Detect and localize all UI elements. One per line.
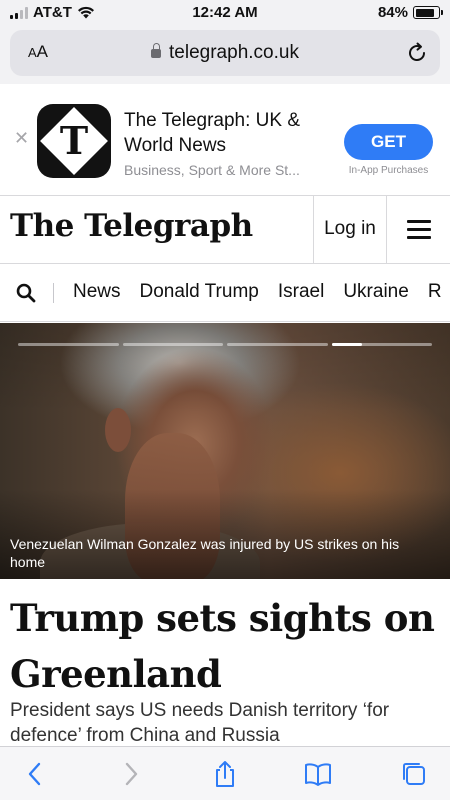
nav-item-ukraine[interactable]: Ukraine <box>343 281 408 303</box>
url-text: telegraph.co.uk <box>169 42 299 63</box>
app-title: The Telegraph: UK & World News <box>124 110 301 156</box>
browser-toolbar <box>0 746 450 800</box>
nav-item-israel[interactable]: Israel <box>278 281 324 303</box>
nav-divider <box>53 283 54 303</box>
tabs-icon[interactable] <box>400 760 428 788</box>
nav-item-donald-trump[interactable]: Donald Trump <box>140 281 259 303</box>
reload-icon[interactable] <box>406 42 428 64</box>
hero-caption: Venezuelan Wilman Gonzalez was injured b… <box>10 536 400 570</box>
article-headline[interactable]: Trump sets sights on Greenland <box>10 590 440 702</box>
app-icon-letter: T <box>59 118 89 163</box>
slide-indicator-active <box>331 343 432 346</box>
app-icon[interactable]: T <box>37 104 111 178</box>
login-button[interactable]: Log in <box>313 196 387 263</box>
nav-item-news[interactable]: News <box>73 281 121 303</box>
slide-indicator <box>122 343 223 346</box>
section-nav: News Donald Trump Israel Ukraine R <box>0 264 450 322</box>
battery-icon <box>413 6 443 19</box>
close-icon[interactable]: ✕ <box>14 128 29 149</box>
status-right: 84% <box>377 4 443 21</box>
in-app-purchases-label: In-App Purchases <box>348 165 429 176</box>
address-bar[interactable]: AA telegraph.co.uk <box>10 30 440 76</box>
lock-icon <box>151 43 162 58</box>
slide-progress <box>18 343 432 346</box>
slide-indicator <box>18 343 119 346</box>
book-icon[interactable] <box>304 760 332 788</box>
url-display[interactable]: telegraph.co.uk <box>10 42 440 64</box>
status-bar: AT&T 12:42 AM 84% <box>0 0 450 26</box>
nav-item-more[interactable]: R <box>428 281 442 303</box>
chevron-right-icon[interactable] <box>117 760 145 788</box>
site-logo[interactable]: The Telegraph <box>10 208 253 244</box>
app-banner: ✕ T The Telegraph: UK & World News Busin… <box>0 84 450 196</box>
article-standfirst[interactable]: President says US needs Danish territory… <box>10 698 440 748</box>
nav-items: News Donald Trump Israel Ukraine R <box>73 281 442 303</box>
slide-indicator <box>227 343 328 346</box>
battery-percent: 84% <box>377 4 408 21</box>
chevron-left-icon[interactable] <box>21 760 49 788</box>
app-subtitle: Business, Sport & More St... <box>124 162 300 178</box>
safari-address-area: AA telegraph.co.uk <box>0 26 450 84</box>
site-header: The Telegraph Log in <box>0 196 450 264</box>
share-icon[interactable] <box>211 760 239 788</box>
get-button[interactable]: GET <box>344 124 433 160</box>
search-icon[interactable] <box>16 283 36 303</box>
hero-image[interactable]: Venezuelan Wilman Gonzalez was injured b… <box>0 323 450 579</box>
menu-icon[interactable] <box>388 196 450 263</box>
